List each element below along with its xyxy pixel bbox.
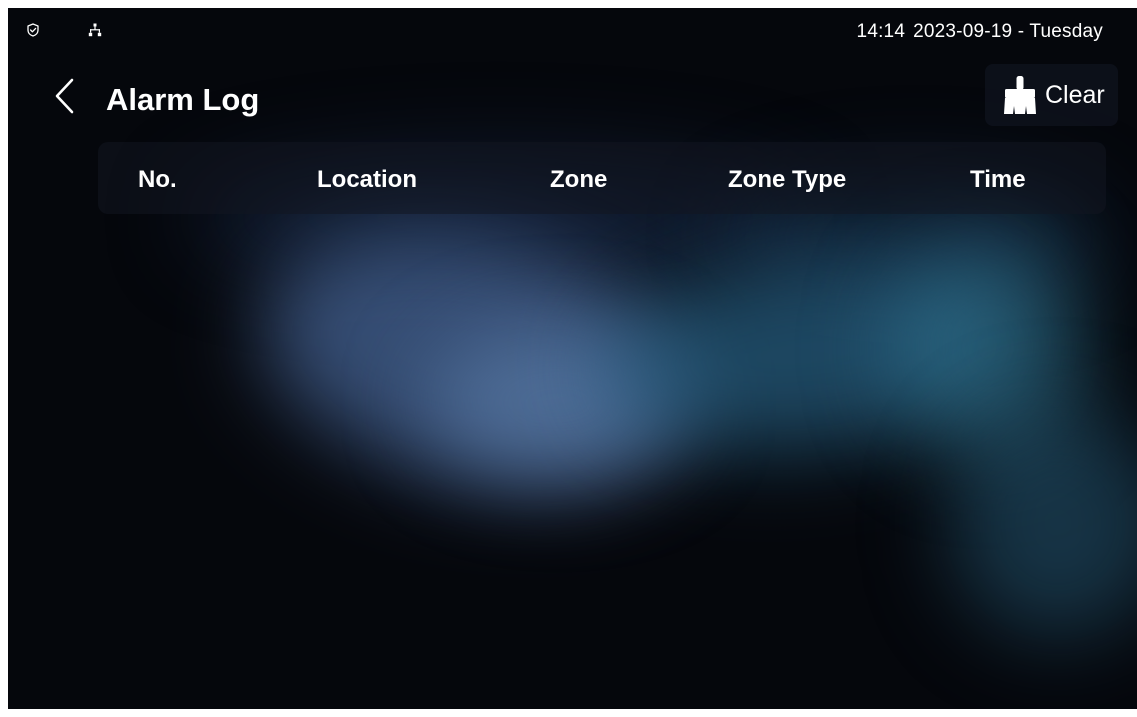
shield-icon (26, 23, 40, 37)
column-header-zone: Zone (550, 166, 608, 193)
column-header-location: Location (317, 166, 417, 193)
clear-label: Clear (1045, 80, 1105, 109)
column-header-no: No. (138, 166, 177, 193)
column-header-zone-type: Zone Type (728, 166, 847, 193)
status-datetime: 14:14 2023-09-19 - Tuesday (857, 21, 1103, 43)
page-title: Alarm Log (106, 82, 260, 117)
network-icon (88, 23, 102, 37)
table-header: No. Location Zone Zone Type Time (98, 142, 1106, 214)
status-time: 14:14 (856, 21, 906, 42)
status-bar: 14:14 2023-09-19 - Tuesday (8, 8, 1137, 48)
column-header-time: Time (970, 166, 1026, 193)
status-date: 2023-09-19 - Tuesday (913, 21, 1103, 42)
header: Alarm Log Clear (8, 64, 1137, 134)
alarm-log-screen: 14:14 2023-09-19 - Tuesday Alarm Log Cle… (8, 8, 1137, 709)
back-button[interactable] (46, 78, 82, 118)
broom-icon (1001, 75, 1039, 115)
chevron-left-icon (52, 77, 76, 120)
clear-button[interactable]: Clear (985, 64, 1118, 126)
